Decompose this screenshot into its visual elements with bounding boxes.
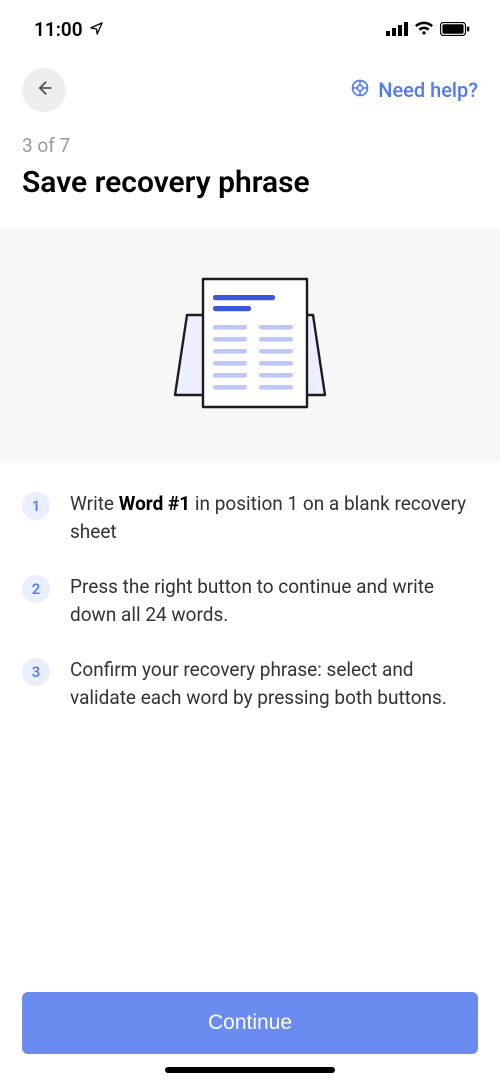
- recovery-sheet-illustration: [163, 273, 337, 417]
- title-block: 3 of 7 Save recovery phrase: [0, 120, 500, 228]
- step-text-prefix: Press the right button to continue and w…: [70, 575, 434, 626]
- status-bar-right: [386, 18, 470, 41]
- step-number-badge: 3: [22, 658, 50, 686]
- step-text-bold: Word #1: [119, 492, 190, 515]
- status-bar: 11:00: [0, 0, 500, 50]
- step-row: 1 Write Word #1 in position 1 on a blank…: [22, 490, 478, 545]
- need-help-label: Need help?: [378, 78, 478, 102]
- step-row: 2 Press the right button to continue and…: [22, 573, 478, 628]
- continue-button[interactable]: Continue: [22, 992, 478, 1054]
- step-text: Confirm your recovery phrase: select and…: [70, 656, 478, 711]
- cellular-signal-icon: [386, 18, 408, 41]
- status-time: 11:00: [34, 18, 83, 41]
- step-text-prefix: Confirm your recovery phrase: select and…: [70, 658, 447, 709]
- step-row: 3 Confirm your recovery phrase: select a…: [22, 656, 478, 711]
- home-indicator[interactable]: [165, 1067, 335, 1073]
- header-row: Need help?: [0, 50, 500, 120]
- need-help-link[interactable]: Need help?: [350, 78, 478, 103]
- step-number-badge: 2: [22, 575, 50, 603]
- step-number-badge: 1: [22, 492, 50, 520]
- step-text: Write Word #1 in position 1 on a blank r…: [70, 490, 478, 545]
- arrow-left-icon: [34, 78, 54, 102]
- wifi-icon: [414, 18, 434, 41]
- page-title: Save recovery phrase: [22, 165, 478, 200]
- battery-icon: [440, 18, 470, 41]
- location-services-icon: [89, 18, 104, 41]
- help-icon: [350, 78, 370, 103]
- step-indicator: 3 of 7: [22, 134, 478, 157]
- illustration-area: [0, 228, 500, 462]
- step-text: Press the right button to continue and w…: [70, 573, 478, 628]
- status-bar-left: 11:00: [34, 18, 104, 41]
- step-text-prefix: Write: [70, 492, 119, 515]
- back-button[interactable]: [22, 68, 66, 112]
- steps-list: 1 Write Word #1 in position 1 on a blank…: [0, 462, 500, 767]
